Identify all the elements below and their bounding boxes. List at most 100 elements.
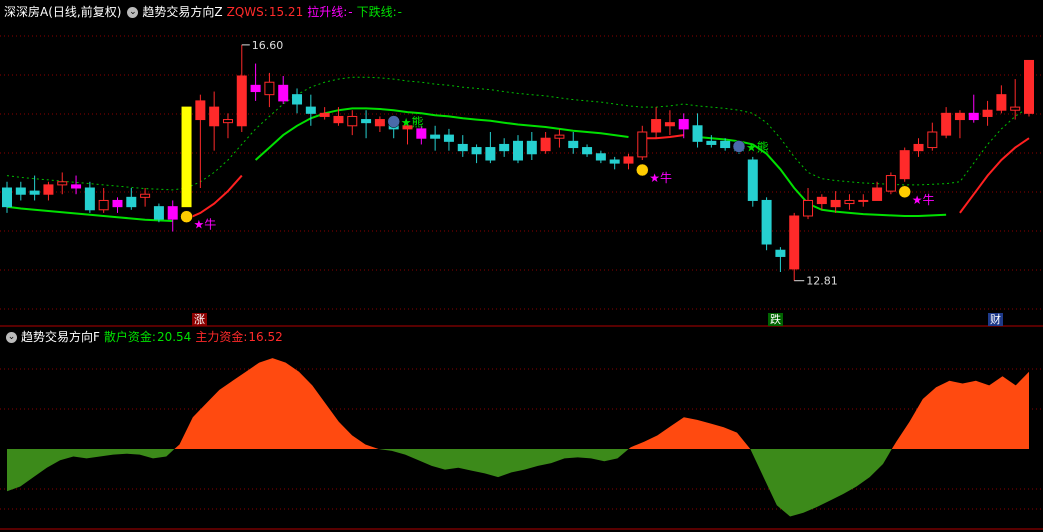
candle-body (664, 122, 675, 127)
signal-face-icon (636, 163, 649, 177)
signal-face-icon (732, 140, 746, 153)
candle-body (84, 187, 95, 211)
candle-body (623, 156, 634, 164)
retail-label: 散户资金: (103, 330, 156, 344)
candle-body (954, 112, 965, 121)
retail-value: 20.54 (156, 330, 192, 344)
candle-body (499, 143, 510, 152)
zqws-label: ZQWS: (226, 5, 268, 19)
period-label[interactable]: (日线,前复权) (48, 5, 121, 19)
sub-header: ⌄ 趋势交易方向F 散户资金:20.54 主力资金:16.52 (4, 329, 287, 345)
candle-body (416, 128, 427, 139)
fall-line-value: - (397, 5, 402, 19)
candle-body (112, 199, 123, 208)
candle-body (913, 143, 924, 152)
candle-body (485, 147, 496, 161)
main-header: 深深房A(日线,前复权) ⌄ 趋势交易方向Z ZQWS:15.21 拉升线:- 下跌线:- (4, 4, 406, 20)
candle-body (651, 119, 662, 133)
candle-body (471, 147, 482, 155)
candle-body (747, 159, 758, 201)
candle-body (2, 187, 12, 208)
candle-body (181, 106, 192, 208)
candle-body (816, 196, 827, 205)
tag-finance[interactable]: 财 (988, 313, 1003, 326)
candle-body (153, 206, 164, 220)
candle-body (29, 190, 40, 195)
candle-body (513, 140, 523, 161)
candle-body (43, 184, 54, 195)
candle-body (803, 199, 814, 217)
candle-body (968, 112, 979, 121)
candle-body (609, 159, 620, 164)
candle-body (457, 143, 468, 152)
candle-body (236, 75, 247, 127)
candle-body (430, 134, 441, 139)
main-funds-area (7, 358, 1029, 449)
signal-face-icon (898, 185, 911, 199)
signal-label: ★熊 (746, 139, 769, 154)
candle-body (872, 187, 883, 201)
candle-body (595, 153, 606, 161)
candle-body (858, 199, 869, 202)
candle-body (126, 196, 137, 208)
candle-body (830, 199, 841, 208)
candle-body (292, 94, 303, 105)
retail-funds-area (7, 449, 1029, 517)
sub-indicator-name[interactable]: 趋势交易方向F (21, 330, 100, 344)
candle-body (692, 125, 703, 142)
candle-body (443, 134, 454, 142)
candle-body (264, 81, 275, 96)
candle-body (526, 140, 537, 155)
candle-body (250, 84, 261, 93)
candle-body (761, 199, 772, 245)
high-price-label: 16.60 (252, 39, 284, 52)
main-indicator-name[interactable]: 趋势交易方向Z (142, 5, 222, 19)
candle-body (71, 184, 82, 189)
indicator-menu-icon[interactable]: ⌄ (127, 7, 139, 18)
zqws-value: 15.21 (268, 5, 304, 19)
trend-dashed-line (6, 76, 1030, 191)
low-price-label: 12.81 (806, 275, 838, 288)
candle-body (554, 134, 565, 139)
candle-body (222, 119, 233, 124)
stock-name[interactable]: 深深房A (4, 5, 48, 19)
candle-body (98, 199, 109, 211)
main-funds-label: 主力资金: (195, 330, 248, 344)
candle-body (374, 119, 385, 127)
signal-label: ★牛 (912, 192, 935, 207)
main-funds-value: 16.52 (248, 330, 283, 344)
tag-fall[interactable]: 跌 (768, 313, 783, 326)
candle-body (167, 206, 178, 220)
candle-body (347, 115, 358, 127)
tag-rise[interactable]: 涨 (192, 313, 207, 326)
candle-body (927, 131, 938, 149)
rise-line-label: 拉升线: (307, 5, 348, 19)
candle-body (720, 140, 731, 149)
candle-body (844, 199, 855, 205)
candle-body (1010, 106, 1021, 111)
rise-line-value: - (348, 5, 353, 19)
candle-body (333, 115, 344, 124)
candle-body (1024, 59, 1034, 114)
candle-body (540, 137, 551, 152)
sub-indicator-menu-icon[interactable]: ⌄ (6, 332, 17, 343)
candle-body (568, 140, 579, 149)
candle-body (15, 187, 26, 195)
signal-label: ★熊 (401, 115, 424, 130)
candle-body (57, 181, 68, 186)
candle-body (899, 150, 910, 180)
candle-body (278, 84, 289, 102)
chart-canvas: 16.60 12.81 ★牛 ★熊 ★牛 ★熊 ★牛 (0, 35, 1043, 530)
candle-body (582, 147, 593, 155)
candle-body (209, 106, 220, 127)
candle-body (195, 100, 206, 121)
candle-body (885, 175, 896, 192)
candle-body (361, 119, 372, 124)
signal-label: ★牛 (194, 217, 217, 232)
candle-body (319, 112, 330, 117)
candle-body (941, 112, 952, 136)
candle-body (140, 193, 151, 198)
signal-label: ★牛 (649, 170, 672, 185)
candle-body (996, 94, 1007, 111)
candle-body (706, 140, 717, 145)
